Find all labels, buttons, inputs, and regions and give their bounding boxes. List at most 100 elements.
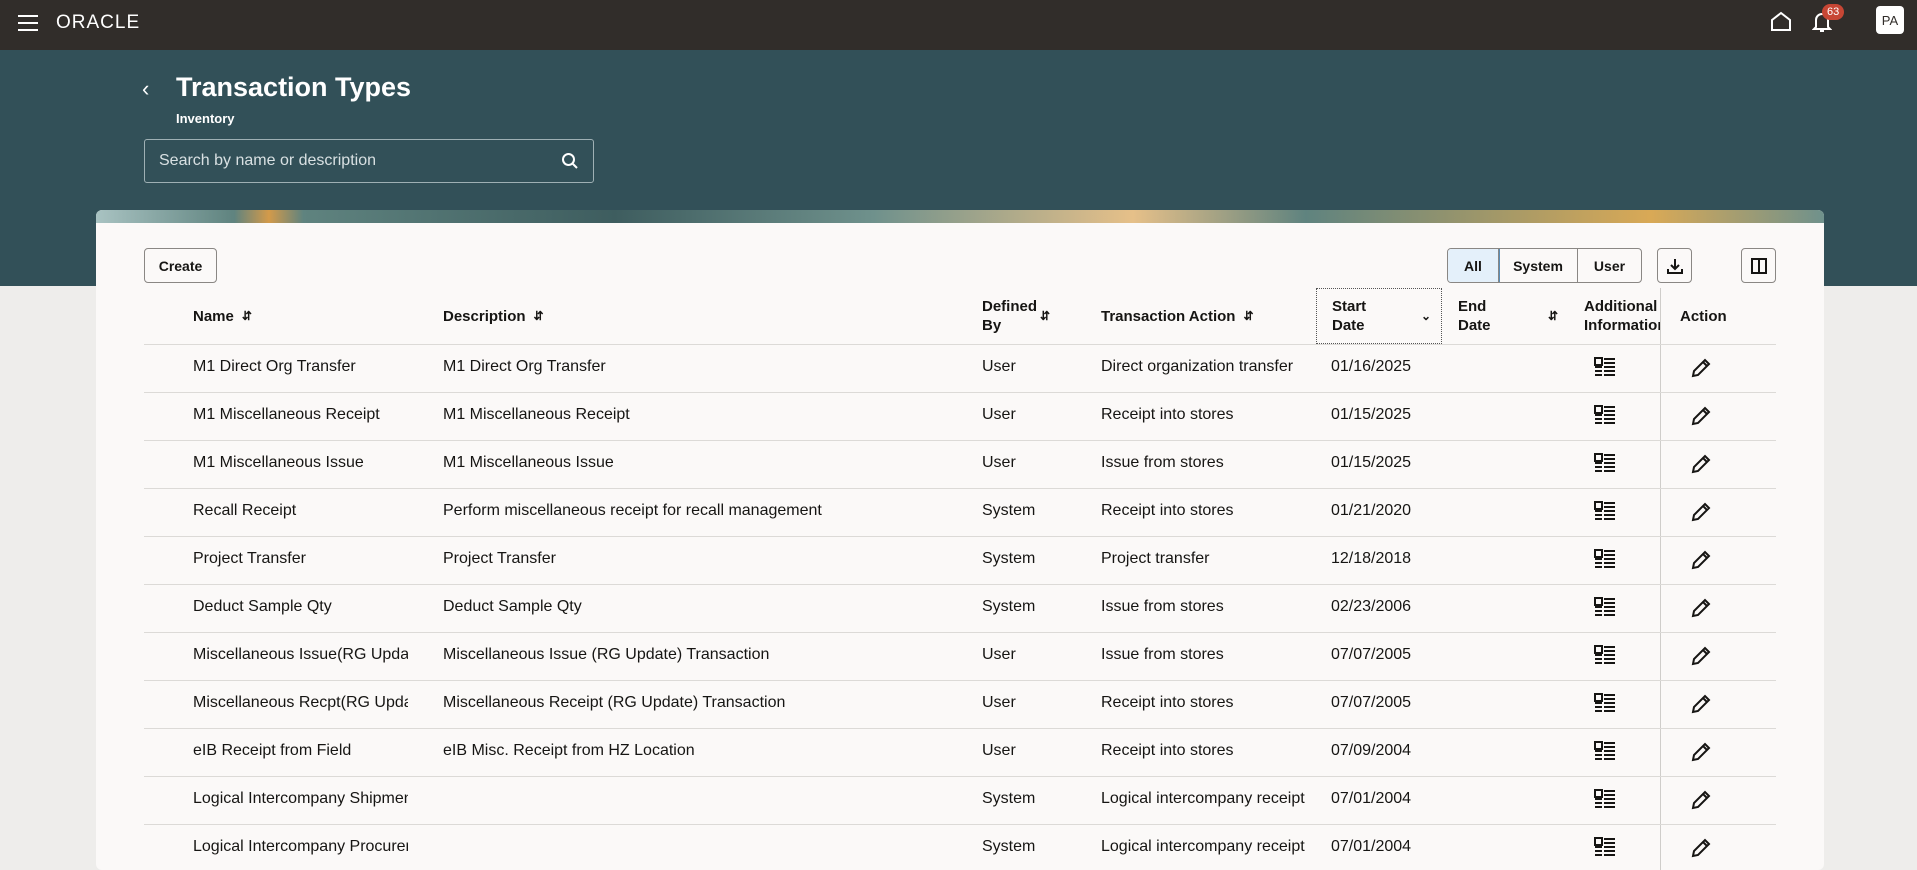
filter-all[interactable]: All	[1448, 249, 1500, 282]
cell-start-date: 07/09/2004	[1331, 742, 1412, 759]
cell-description: Miscellaneous Issue (RG Update) Transact…	[443, 646, 770, 663]
edit-pencil-icon[interactable]	[1690, 501, 1712, 528]
table-row[interactable]: M1 Direct Org Transfer M1 Direct Org Tran…	[144, 344, 1776, 392]
sort-icon[interactable]: ⇵	[242, 307, 252, 326]
cell-name: Deduct Sample Qty	[193, 598, 332, 615]
column-header-additional-information: Additional Information	[1584, 288, 1660, 344]
search-icon[interactable]	[561, 152, 579, 170]
sort-icon[interactable]: ⇵	[1243, 307, 1253, 326]
cell-name: Project Transfer	[193, 550, 306, 567]
defined-by-filter[interactable]: All System User	[1447, 248, 1642, 283]
cell-description: M1 Miscellaneous Issue	[443, 454, 614, 471]
header-label: Defined By	[982, 298, 1038, 334]
page-subtitle: Inventory	[176, 111, 235, 126]
table-row[interactable]: M1 Miscellaneous Receipt M1 Miscellaneous…	[144, 392, 1776, 440]
search-input[interactable]	[159, 152, 561, 170]
table-row[interactable]: Deduct Sample Qty Deduct Sample Qty System…	[144, 584, 1776, 632]
edit-pencil-icon[interactable]	[1690, 741, 1712, 768]
oracle-logo[interactable]: ORACLE	[56, 12, 140, 34]
content-card: Create All System User Name ⇵ Description…	[96, 210, 1824, 870]
edit-pencil-icon[interactable]	[1690, 597, 1712, 624]
cell-transaction-action: Logical intercompany receipt	[1101, 790, 1305, 807]
edit-pencil-icon[interactable]	[1690, 549, 1712, 576]
cell-name: Miscellaneous Recpt(RG Update)	[193, 694, 408, 711]
cell-name: M1 Miscellaneous Receipt	[193, 406, 380, 423]
cell-defined-by: User	[982, 742, 1016, 759]
additional-information-icon[interactable]	[1594, 741, 1616, 766]
cell-description: M1 Direct Org Transfer	[443, 358, 606, 375]
home-icon[interactable]	[1770, 11, 1792, 31]
decorative-banner	[96, 210, 1824, 223]
additional-information-icon[interactable]	[1594, 837, 1616, 862]
edit-pencil-icon[interactable]	[1690, 453, 1712, 480]
additional-information-icon[interactable]	[1594, 405, 1616, 430]
edit-pencil-icon[interactable]	[1690, 357, 1712, 384]
edit-pencil-icon[interactable]	[1690, 405, 1712, 432]
sort-icon[interactable]: ⇵	[1548, 307, 1558, 326]
cell-name: eIB Receipt from Field	[193, 742, 352, 759]
edit-pencil-icon[interactable]	[1690, 645, 1712, 672]
download-icon	[1666, 258, 1683, 274]
table-row[interactable]: M1 Miscellaneous Issue M1 Miscellaneous I…	[144, 440, 1776, 488]
table-row[interactable]: Miscellaneous Recpt(RG Update) Miscellane…	[144, 680, 1776, 728]
additional-information-icon[interactable]	[1594, 645, 1616, 670]
cell-defined-by: System	[982, 502, 1036, 519]
cell-start-date: 02/23/2006	[1331, 598, 1412, 615]
cell-defined-by: User	[982, 646, 1016, 663]
cell-defined-by: System	[982, 550, 1036, 567]
table-row[interactable]: Logical Intercompany Procurement System Lo…	[144, 824, 1776, 870]
column-header-description[interactable]: Description ⇵	[443, 288, 544, 344]
column-header-defined-by[interactable]: Defined By ⇵	[982, 288, 1062, 344]
table-row[interactable]: eIB Receipt from Field eIB Misc. Receipt …	[144, 728, 1776, 776]
cell-name: Miscellaneous Issue(RG Update)	[193, 646, 408, 663]
filter-user[interactable]: User	[1578, 249, 1641, 282]
cell-transaction-action: Receipt into stores	[1101, 742, 1234, 759]
table-row[interactable]: Miscellaneous Issue(RG Update) Miscellane…	[144, 632, 1776, 680]
header-label: Action	[1680, 307, 1727, 325]
additional-information-icon[interactable]	[1594, 357, 1616, 382]
additional-information-icon[interactable]	[1594, 693, 1616, 718]
cell-start-date: 01/16/2025	[1331, 358, 1412, 375]
create-button[interactable]: Create	[144, 248, 217, 283]
column-layout-button[interactable]	[1741, 248, 1776, 283]
export-button[interactable]	[1657, 248, 1692, 283]
column-header-end-date[interactable]: End Date ⇵	[1458, 288, 1558, 344]
edit-pencil-icon[interactable]	[1690, 789, 1712, 816]
column-header-transaction-action[interactable]: Transaction Action ⇵	[1101, 288, 1254, 344]
column-header-name[interactable]: Name ⇵	[193, 288, 252, 344]
back-icon[interactable]: ‹	[142, 76, 149, 102]
top-bar: ORACLE 63 PA	[0, 0, 1917, 50]
cell-transaction-action: Receipt into stores	[1101, 502, 1234, 519]
sort-icon[interactable]: ⇵	[1040, 307, 1050, 326]
cell-defined-by: User	[982, 454, 1016, 471]
additional-information-icon[interactable]	[1594, 501, 1616, 526]
filter-system[interactable]: System	[1499, 249, 1578, 282]
cell-defined-by: System	[982, 838, 1036, 855]
cell-transaction-action: Logical intercompany receipt	[1101, 838, 1305, 855]
table-row[interactable]: Project Transfer Project Transfer System Pr…	[144, 536, 1776, 584]
cell-description: Perform miscellaneous receipt for recall…	[443, 502, 822, 519]
additional-information-icon[interactable]	[1594, 789, 1616, 814]
cell-transaction-action: Issue from stores	[1101, 646, 1224, 663]
header-label: Description	[443, 307, 526, 325]
cell-start-date: 07/07/2005	[1331, 694, 1412, 711]
column-header-start-date[interactable]: Start Date ⌄	[1316, 288, 1442, 344]
edit-pencil-icon[interactable]	[1690, 693, 1712, 720]
table-row[interactable]: Recall Receipt Perform miscellaneous rece…	[144, 488, 1776, 536]
additional-information-icon[interactable]	[1594, 597, 1616, 622]
cell-start-date: 12/18/2018	[1331, 550, 1412, 567]
cell-start-date: 07/07/2005	[1331, 646, 1412, 663]
edit-pencil-icon[interactable]	[1690, 837, 1712, 864]
sort-descending-icon[interactable]: ⌄	[1421, 307, 1431, 326]
cell-name: M1 Direct Org Transfer	[193, 358, 356, 375]
user-avatar[interactable]: PA	[1876, 6, 1904, 34]
cell-defined-by: User	[982, 358, 1016, 375]
additional-information-icon[interactable]	[1594, 453, 1616, 478]
additional-information-icon[interactable]	[1594, 549, 1616, 574]
sort-icon[interactable]: ⇵	[534, 307, 544, 326]
cell-name: Logical Intercompany Shipment	[193, 790, 408, 807]
search-field[interactable]	[144, 139, 594, 183]
menu-icon[interactable]	[18, 15, 38, 31]
table-row[interactable]: Logical Intercompany Shipment System Logic…	[144, 776, 1776, 824]
cell-description: eIB Misc. Receipt from HZ Location	[443, 742, 695, 759]
